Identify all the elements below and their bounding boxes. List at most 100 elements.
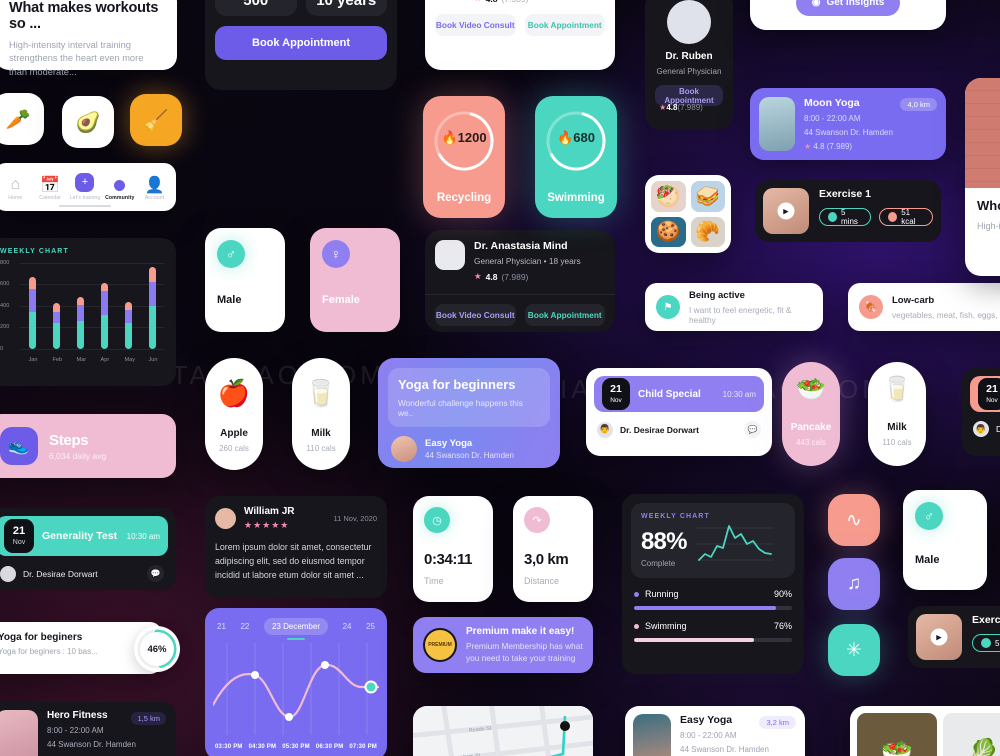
basketball-icon[interactable]: ✳ xyxy=(828,624,880,676)
food-name: Milk xyxy=(311,428,331,439)
goal-card-being-active[interactable]: ⚑ Being active I want to feel energetic,… xyxy=(645,283,823,331)
activity-card-recycling[interactable]: 🔥1200 Recycling xyxy=(423,96,505,218)
map-card[interactable]: Reade St Chambers St Warren St xyxy=(413,706,593,756)
doctor-spec: General Physician xyxy=(656,67,722,76)
sidebar-item-account[interactable]: 👤 Account xyxy=(138,177,172,201)
yoga-distance: 4,0 km xyxy=(900,98,937,111)
sidebar-item-community[interactable]: Community xyxy=(103,178,137,201)
x-tick: Jun xyxy=(148,357,158,363)
activity-line-chart-card: 21 22 23 December 24 25 03:30 PM 04:30 P… xyxy=(205,608,387,756)
chat-icon[interactable]: 💬 xyxy=(147,565,164,582)
appointment-card-generality[interactable]: 21 Nov Generality Test 10:30 am Dr. Desi… xyxy=(0,508,176,590)
day-option[interactable]: 25 xyxy=(366,622,375,631)
day-selector[interactable]: 21 22 23 December 24 25 xyxy=(213,618,379,635)
plus-icon: + xyxy=(75,173,95,192)
coach-name: Easy Yoga xyxy=(425,438,473,449)
exercise-card-1[interactable]: ▶ Exercise 1 5 mins 51 kcal xyxy=(755,180,941,242)
stat-experience: Experience 10 years xyxy=(305,0,387,16)
food-thumb: 🥐 xyxy=(690,216,725,247)
broom-icon[interactable]: 🧹 xyxy=(130,94,182,146)
exercise-thumb: ▶ xyxy=(916,614,962,660)
bar-segment-teal xyxy=(28,312,36,349)
gender-card-female[interactable]: ♀ Female xyxy=(310,228,400,332)
day-option[interactable]: 22 xyxy=(240,622,249,631)
book-appointment-button[interactable]: Book Appointment xyxy=(524,14,605,36)
article-card[interactable]: What makes workouts so ... High-intensit… xyxy=(0,0,177,77)
date-month: Nov xyxy=(610,396,622,404)
progress-percent: 46% xyxy=(140,632,174,666)
food-grid-card[interactable]: 🥙 🥪 🍪 🥐 xyxy=(645,175,731,253)
stat-value: 3,0 km xyxy=(524,551,569,568)
book-video-consult-button[interactable]: Book Video Consult xyxy=(435,14,516,36)
activity-card-swimming[interactable]: 🔥680 Swimming xyxy=(535,96,617,218)
play-icon[interactable]: ▶ xyxy=(930,628,948,646)
music-icon[interactable]: ♫ xyxy=(828,558,880,610)
review-body: Lorem ipsum dolor sit amet, consectetur … xyxy=(215,542,372,581)
hero-fitness-card[interactable]: Hero Fitness 8:00 - 22:00 AM 44 Swanson … xyxy=(0,702,176,756)
steps-detail: 6,034 daily avg xyxy=(49,450,107,461)
gender-card-male-2[interactable]: ♂ Male xyxy=(903,490,987,590)
yoga-hours: 8:00 - 22:00 AM xyxy=(804,114,861,123)
article-card-right[interactable]: Who High-i the he xyxy=(965,78,1000,276)
steps-card[interactable]: 👟 Steps 6,034 daily avg xyxy=(0,414,176,478)
avocado-icon[interactable]: 🥑 xyxy=(62,96,114,148)
appointment-card-right[interactable]: 21 Nov 👨 Dr. xyxy=(962,368,1000,456)
yoga-progress-card[interactable]: Yoga for beginers Yoga for beginers : 10… xyxy=(0,622,180,674)
date-badge: 21 Nov xyxy=(602,378,630,410)
yoga-address: 44 Swanson Dr. Hamden xyxy=(804,128,893,137)
sidebar-item-calendar[interactable]: 📅 Calendar xyxy=(33,177,67,201)
doctor-name: Dr. Anastasia Mind xyxy=(474,240,568,252)
sidebar-item-home[interactable]: ⌂ Home xyxy=(0,176,32,201)
day-option[interactable]: 21 xyxy=(217,622,226,631)
bar-segment-coral xyxy=(124,301,132,310)
line-chart-svg xyxy=(211,643,381,735)
sidebar-item-lets-training[interactable]: + Let's training xyxy=(68,173,102,201)
star-rating: ★★★★★ xyxy=(244,520,290,530)
stat-label: Time xyxy=(424,576,444,586)
day-option[interactable]: 24 xyxy=(343,622,352,631)
appointment-band: 21 Nov Generality Test 10:30 am xyxy=(0,516,168,556)
goal-card-low-carb[interactable]: 🍖 Low-carb vegetables, meat, fish, eggs,… xyxy=(848,283,1000,331)
yoga-banner-card[interactable]: Yoga for beginners Wonderful challenge h… xyxy=(378,358,560,468)
food-photos-card[interactable]: 🥗 🥬 xyxy=(850,706,1000,756)
stat-card-distance: ↷ 3,0 km Distance xyxy=(513,496,593,602)
duration-chip: 5 mi xyxy=(972,634,1000,652)
pulse-icon[interactable]: ∿ xyxy=(828,494,880,546)
activity-value: 1200 xyxy=(457,130,487,145)
food-pill-milk-2[interactable]: 🥛 Milk 110 cals xyxy=(868,362,926,466)
appointment-card-child-special[interactable]: 21 Nov Child Special 10:30 am 👨 Dr. Desi… xyxy=(586,368,772,456)
nav-label: Account xyxy=(144,195,165,201)
gym-address: 44 Swanson Dr. Hamden xyxy=(47,740,136,749)
day-option-selected[interactable]: 23 December xyxy=(263,618,328,635)
chat-icon[interactable]: 💬 xyxy=(744,421,761,438)
moon-yoga-card[interactable]: Moon Yoga 8:00 - 22:00 AM 44 Swanson Dr.… xyxy=(750,88,946,160)
legend-dot xyxy=(634,591,639,597)
premium-banner[interactable]: PREMIUM Premium make it easy! Premium Me… xyxy=(413,617,593,673)
x-tick: 07:30 PM xyxy=(349,744,377,750)
book-video-consult-button[interactable]: Book Video Consult xyxy=(435,304,516,326)
easy-yoga-card[interactable]: Easy Yoga 8:00 - 22:00 AM 44 Swanson Dr.… xyxy=(625,706,805,756)
food-pill-milk[interactable]: 🥛 Milk 110 cals xyxy=(292,358,350,470)
play-icon[interactable]: ▶ xyxy=(777,202,795,220)
doctor-card-dark: Dr. Anastasia Mind General Physician • 1… xyxy=(425,230,615,332)
x-tick: 04:30 PM xyxy=(248,744,277,750)
ui-kit-canvas: IAMDK.TAOBAO.COM IAMDK.TAOBAO.COM What m… xyxy=(0,0,1000,756)
bar-segment-teal xyxy=(148,306,156,349)
broom-glyph: 🧹 xyxy=(143,109,169,132)
calories-chip: 51 kcal xyxy=(879,208,933,226)
book-appointment-button[interactable]: Book Appointment xyxy=(215,26,387,60)
doctor-card-light: Dr. Anastasia Mind General Physician • 2… xyxy=(425,0,615,70)
y-tick: 600 xyxy=(0,281,10,287)
gender-card-male[interactable]: ♂ Male xyxy=(205,228,285,332)
book-appointment-button[interactable]: Book Appointment xyxy=(524,304,605,326)
carrot-icon[interactable]: 🥕 xyxy=(0,93,44,145)
food-pill-apple[interactable]: 🍎 Apple 260 cals xyxy=(205,358,263,470)
bar-segment-purple xyxy=(100,290,108,315)
premium-badge: PREMIUM xyxy=(423,628,457,662)
appointment-band: 21 Nov Child Special 10:30 am xyxy=(594,376,764,412)
exercise-card-2[interactable]: ▶ Exercise 5 mi xyxy=(908,606,1000,668)
food-thumb: 🥗 xyxy=(857,713,937,756)
bar-segment-purple xyxy=(76,305,84,321)
get-insights-button[interactable]: ◉ Get Insights xyxy=(796,0,900,16)
food-pill-pancake[interactable]: 🥗 Pancake 443 cals xyxy=(782,362,840,466)
